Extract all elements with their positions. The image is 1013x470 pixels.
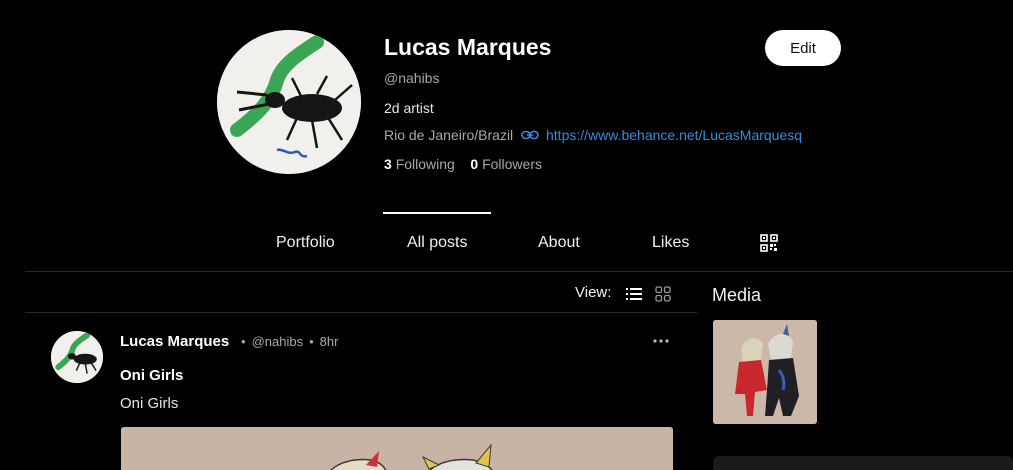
tabs-divider bbox=[25, 271, 1013, 272]
beetle-artwork bbox=[51, 331, 103, 383]
view-label: View: bbox=[575, 284, 612, 301]
profile-stats: 3 Following 0 Followers bbox=[384, 156, 542, 172]
profile-name: Lucas Marques bbox=[384, 34, 552, 60]
more-options-icon[interactable] bbox=[652, 338, 670, 344]
post-image[interactable] bbox=[121, 427, 673, 470]
following-label: Following bbox=[395, 156, 455, 172]
followers-label: Followers bbox=[482, 156, 542, 172]
post-body: Oni Girls bbox=[120, 395, 179, 412]
post-author-avatar[interactable] bbox=[51, 331, 103, 383]
oni-girls-thumbnail bbox=[713, 320, 817, 424]
profile-bio: 2d artist bbox=[384, 100, 434, 116]
profile-location: Rio de Janeiro/Brazil bbox=[384, 127, 514, 143]
profile-website-link[interactable]: https://www.behance.net/LucasMarquesq bbox=[546, 127, 802, 143]
post-author-name[interactable]: Lucas Marques bbox=[120, 333, 229, 350]
profile-avatar bbox=[217, 30, 361, 174]
tab-portfolio[interactable]: Portfolio bbox=[276, 234, 335, 252]
tab-likes[interactable]: Likes bbox=[652, 234, 689, 252]
post-author-handle: @nahibs bbox=[251, 334, 304, 349]
following-count: 3 bbox=[384, 156, 392, 172]
media-thumbnail[interactable] bbox=[713, 320, 817, 424]
following-stat[interactable]: 3 Following bbox=[384, 156, 455, 172]
profile-handle: @nahibs bbox=[384, 70, 440, 86]
feed-divider bbox=[25, 312, 697, 313]
followers-count: 0 bbox=[470, 156, 479, 172]
edit-profile-button[interactable]: Edit bbox=[765, 30, 841, 66]
active-tab-indicator bbox=[383, 212, 491, 214]
oni-girls-artwork bbox=[121, 427, 673, 470]
list-view-icon[interactable] bbox=[626, 287, 642, 301]
tab-all-posts[interactable]: All posts bbox=[407, 234, 467, 252]
grid-view-icon[interactable] bbox=[655, 286, 671, 302]
meta-separator: • bbox=[241, 334, 246, 349]
post-meta: • @nahibs • 8hr bbox=[235, 334, 338, 349]
sidebar-card bbox=[713, 456, 1013, 470]
beetle-artwork bbox=[217, 30, 361, 174]
tab-about[interactable]: About bbox=[538, 234, 580, 252]
link-icon bbox=[521, 130, 539, 140]
media-heading: Media bbox=[712, 285, 762, 305]
followers-stat[interactable]: 0 Followers bbox=[470, 156, 542, 172]
qr-code-icon[interactable] bbox=[760, 234, 778, 252]
post-timestamp: 8hr bbox=[319, 334, 339, 349]
post-title: Oni Girls bbox=[120, 367, 184, 384]
meta-separator: • bbox=[309, 334, 314, 349]
